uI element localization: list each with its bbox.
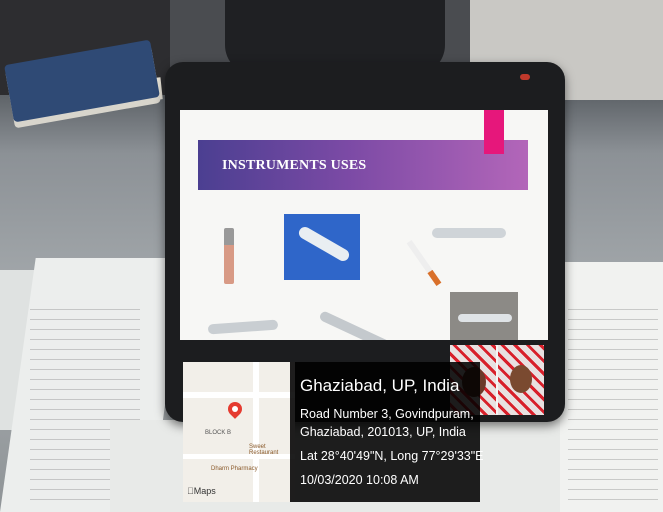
slide-title-banner: INSTRUMENTS USES	[198, 140, 528, 190]
map-pin-dot	[232, 406, 238, 412]
geotag-address-line2: Ghaziabad, 201013, UP, India	[300, 425, 466, 439]
syringe-image	[406, 239, 442, 287]
participant-2-avatar	[510, 365, 532, 393]
document-text-lines-right	[568, 300, 658, 500]
map-road-horizontal	[183, 392, 295, 398]
map-label-pharmacy: Dharm Pharmacy	[211, 466, 258, 472]
map-label-restaurant: Sweet Restaurant	[249, 444, 279, 456]
inset-instrument-image	[458, 314, 512, 322]
geotag-overlay: Ghaziabad, UP, India Road Number 3, Govi…	[290, 362, 484, 502]
geotag-city: Ghaziabad, UP, India	[300, 376, 460, 395]
slide-accent-tab	[484, 110, 504, 154]
location-map: BLOCK B Dharm Pharmacy Sweet Restaurant …	[183, 362, 295, 502]
maps-logo: Maps	[187, 486, 216, 496]
geotag-timestamp: 10/03/2020 10:08 AM	[300, 473, 419, 487]
geotag-address-line1: Road Number 3, Govindpuram,	[300, 407, 474, 421]
map-road-vertical	[253, 362, 259, 502]
map-label-block: BLOCK B	[205, 430, 232, 436]
scissors-image	[207, 319, 279, 335]
photo-scene: INSTRUMENTS USES BLOCK B Dharm Pharmacy …	[0, 0, 663, 512]
needle-image	[224, 228, 234, 284]
dissecting-forceps-image	[318, 310, 410, 340]
slide-title: INSTRUMENTS USES	[222, 158, 367, 173]
presentation-slide: INSTRUMENTS USES	[180, 110, 548, 340]
tissue-forceps-image	[432, 228, 506, 238]
maps-brand: Maps	[187, 486, 216, 496]
tablet-camera-indicator	[520, 74, 530, 80]
geotag-coordinates: Lat 28°40'49"N, Long 77°29'33"E	[300, 449, 484, 463]
